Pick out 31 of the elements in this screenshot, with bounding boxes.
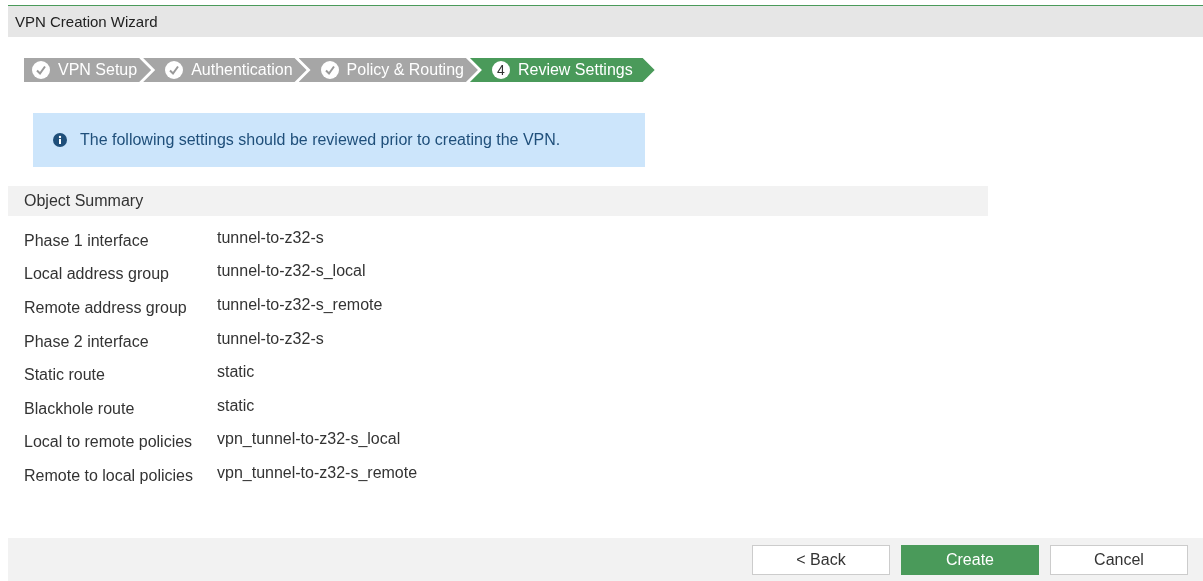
wizard-step[interactable]: 4 Review Settings [469,58,655,82]
field-label: Remote address group [24,299,188,317]
wizard-step[interactable]: Policy & Routing [298,58,478,82]
field-value: tunnel-to-z32-s_local [217,262,366,281]
field-value: static [217,363,255,382]
step-number: 4 [491,61,510,79]
field-value: vpn_tunnel-to-z32-s_local [217,430,401,449]
primary-button[interactable]: Create [901,545,1039,575]
wizard-step[interactable]: Authentication [143,58,307,82]
secondary-button[interactable]: Cancel [1050,545,1188,575]
checkmark-icon [165,61,184,79]
field-label: Phase 2 interface [24,332,150,351]
field-value: vpn_tunnel-to-z32-s_remote [217,463,418,482]
window-title: VPN Creation Wizard [15,13,158,30]
field-label: Local address group [24,265,170,284]
field-value: static [217,396,255,415]
field-value: tunnel-to-z32-s [217,329,324,348]
field-label: Local to remote policies [24,433,194,452]
info-icon [53,133,67,147]
wizard-step[interactable]: VPN Setup [24,58,152,82]
field-label: Static route [24,366,106,385]
field-label: Blackhole route [24,399,136,418]
field-value: tunnel-to-z32-s_remote [217,296,383,314]
info-message: The following settings should be reviewed prior to creating the VPN. [80,131,561,149]
field-value: tunnel-to-z32-s [217,228,324,247]
secondary-button[interactable]: < Back [752,545,890,575]
section-title: Object Summary [24,192,144,210]
field-label: Remote to local policies [24,466,194,485]
checkmark-icon [32,61,50,79]
field-label: Phase 1 interface [24,231,150,250]
checkmark-icon [320,61,339,79]
